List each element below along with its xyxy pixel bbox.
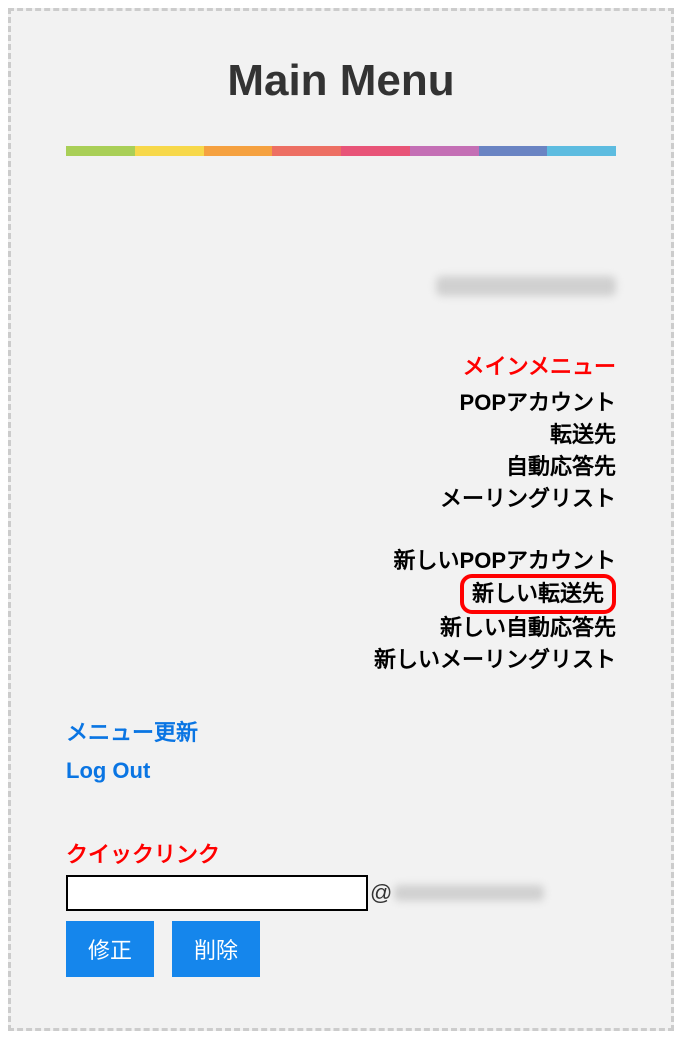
rainbow-divider (66, 146, 616, 156)
menu-item-pop-account[interactable]: POPアカウント (460, 387, 616, 419)
main-menu-header: メインメニュー (66, 349, 616, 381)
menu-item-autoresponder[interactable]: 自動応答先 (506, 451, 616, 483)
menu-group-2: 新しいPOPアカウント 新しい転送先 新しい自動応答先 新しいメーリングリスト (66, 545, 616, 677)
quick-link-input-row: @ (66, 875, 616, 911)
button-row: 修正 削除 (66, 921, 616, 977)
redacted-domain-inline (394, 885, 544, 901)
redacted-domain-top (436, 276, 616, 296)
menu-item-new-forward[interactable]: 新しい転送先 (460, 574, 616, 614)
menu-item-mailing-list[interactable]: メーリングリスト (440, 483, 616, 515)
quick-link-input[interactable] (66, 875, 368, 911)
menu-item-new-pop-account[interactable]: 新しいPOPアカウント (394, 545, 616, 577)
main-container: Main Menu メインメニュー POPアカウント 転送先 自動応答先 メーリ… (8, 8, 674, 1031)
page-title: Main Menu (66, 56, 616, 106)
menu-item-new-autoresponder[interactable]: 新しい自動応答先 (440, 612, 616, 644)
logout-link[interactable]: Log Out (66, 752, 616, 789)
menu-block: メインメニュー POPアカウント 転送先 自動応答先 メーリングリスト 新しいP… (66, 276, 616, 676)
menu-item-new-mailing-list[interactable]: 新しいメーリングリスト (374, 644, 616, 676)
menu-group-1: POPアカウント 転送先 自動応答先 メーリングリスト (66, 387, 616, 515)
menu-refresh-link[interactable]: メニュー更新 (66, 714, 616, 751)
menu-item-forward[interactable]: 転送先 (550, 419, 616, 451)
quick-link-header: クイックリンク (66, 837, 616, 869)
at-symbol: @ (370, 880, 392, 906)
left-links: メニュー更新 Log Out (66, 714, 616, 789)
delete-button[interactable]: 削除 (172, 921, 260, 977)
quick-link-section: クイックリンク @ 修正 削除 (66, 837, 616, 977)
edit-button[interactable]: 修正 (66, 921, 154, 977)
